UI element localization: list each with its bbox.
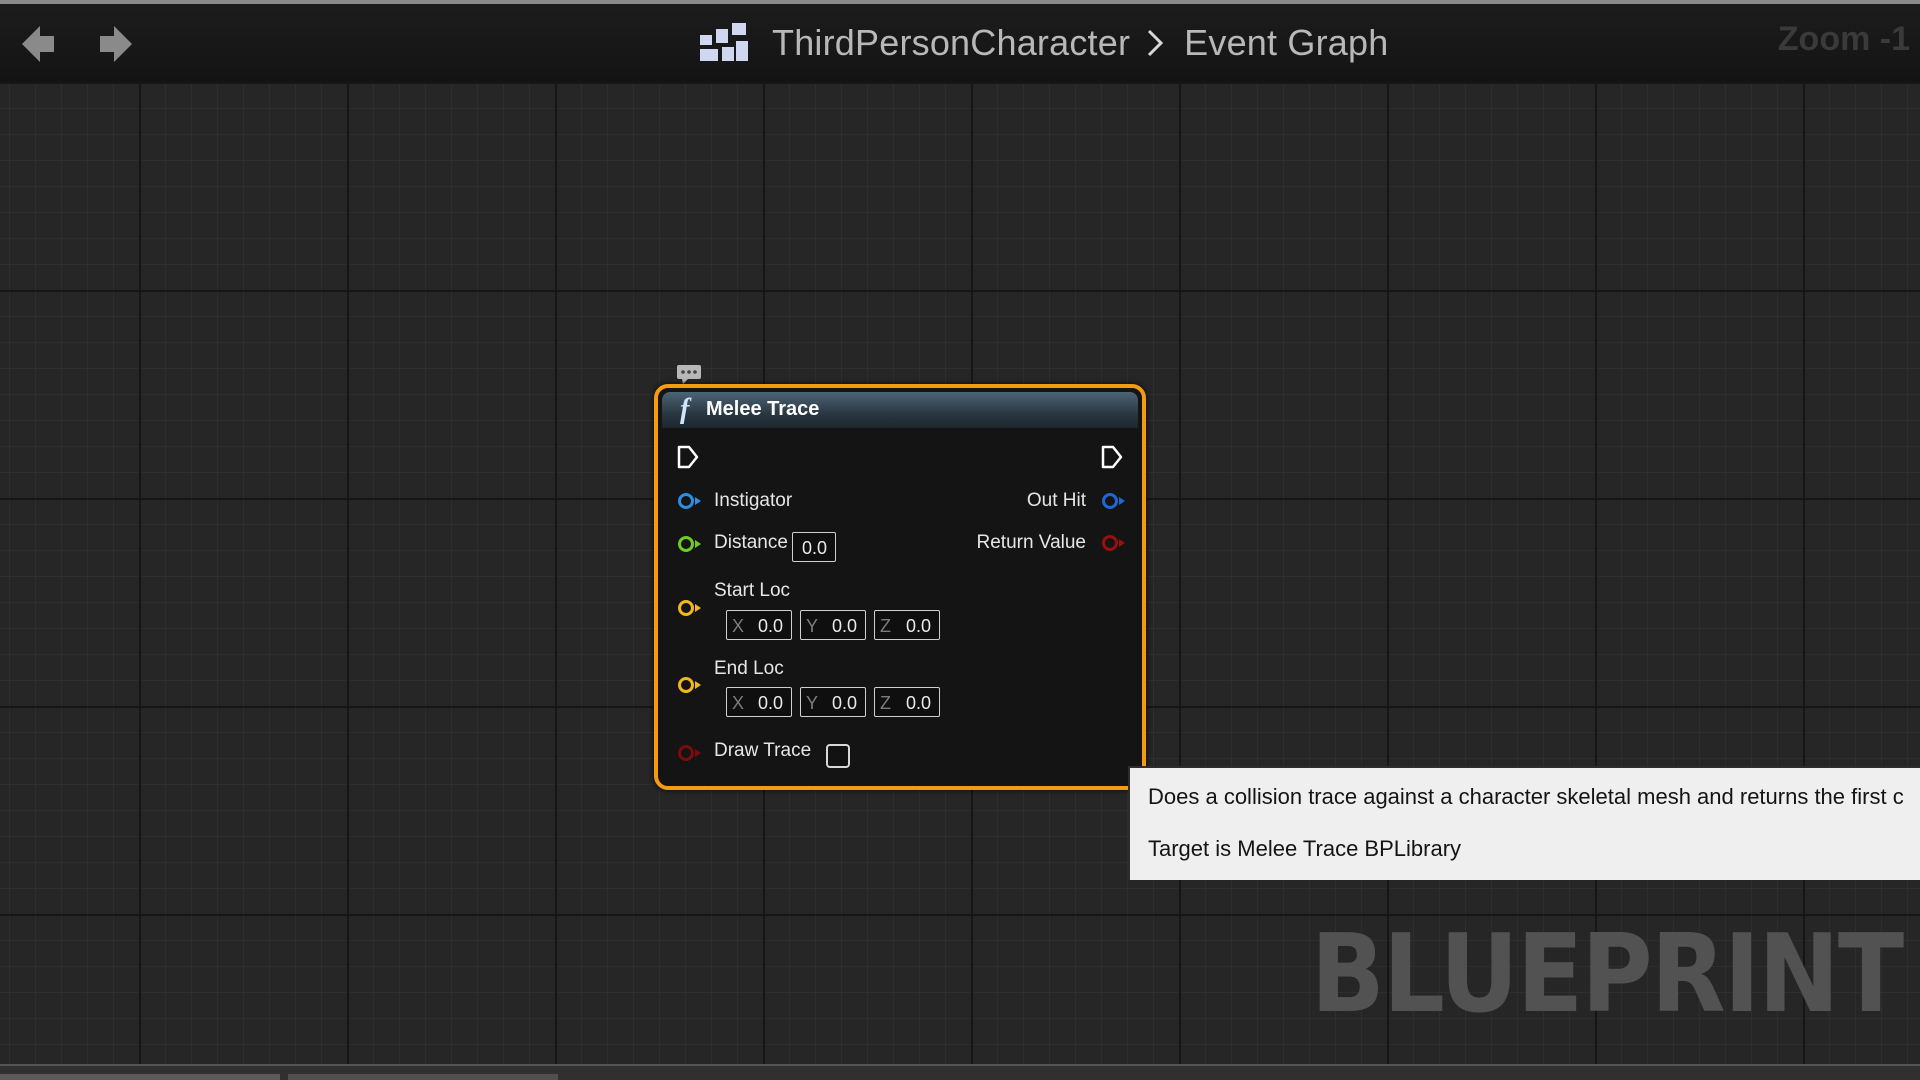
axis-y-label: Y [806,693,819,713]
out-hit-label: Out Hit [1026,490,1086,511]
node-header[interactable]: f Melee Trace [662,392,1138,428]
start-loc-x-value: 0.0 [757,616,783,636]
float-pin-icon [678,536,701,552]
forward-button[interactable] [96,22,136,66]
draw-trace-label: Draw Trace [714,740,812,761]
node-tooltip: Does a collision trace against a charact… [1128,766,1920,880]
arrow-right-icon [100,26,132,62]
start-loc-pin[interactable] [676,599,702,617]
scrollbar-thumb-secondary[interactable] [288,1074,558,1080]
distance-pin[interactable] [676,535,702,553]
zoom-level-label: Zoom -1 [1777,20,1910,58]
scrollbar-thumb[interactable] [0,1074,280,1080]
vector-pin-icon [678,677,701,693]
back-button[interactable] [18,22,58,66]
start-loc-x-field[interactable]: X 0.0 [726,610,792,640]
return-value-pin[interactable] [1100,534,1126,552]
node-title: Melee Trace [706,398,820,420]
breadcrumb-item-blueprint[interactable]: ThirdPersonCharacter [772,22,1130,64]
function-icon: f [680,394,690,425]
axis-z-label: Z [880,693,891,713]
axis-z-label: Z [880,616,891,636]
blueprint-class-icon [700,23,748,61]
draw-trace-checkbox[interactable] [826,744,850,768]
tooltip-target: Target is Melee Trace BPLibrary [1148,836,1462,861]
graph-header-bar: ThirdPersonCharacter Event Graph Zoom -1 [0,4,1920,82]
end-loc-label: End Loc [714,658,784,679]
breadcrumb-item-graph[interactable]: Event Graph [1184,22,1388,64]
axis-x-label: X [732,693,745,713]
axis-x-label: X [732,616,745,636]
exec-pin-icon [677,445,699,469]
draw-trace-pin[interactable] [676,744,702,762]
start-loc-z-field[interactable]: Z 0.0 [874,610,940,640]
breadcrumb: ThirdPersonCharacter Event Graph [700,18,1388,68]
instigator-pin[interactable] [676,492,702,510]
arrow-left-icon [22,26,54,62]
end-loc-z-value: 0.0 [905,693,931,713]
distance-value: 0.0 [801,538,827,558]
struct-pin-icon [1102,493,1125,509]
axis-y-label: Y [806,616,819,636]
exec-pin-icon [1101,445,1123,469]
end-loc-z-field[interactable]: Z 0.0 [874,687,940,717]
exec-output-pin[interactable] [1100,444,1124,470]
end-loc-x-value: 0.0 [757,693,783,713]
distance-value-field[interactable]: 0.0 [792,532,836,562]
exec-input-pin[interactable] [676,444,700,470]
scrollbar-track [0,1064,1920,1066]
object-pin-icon [678,493,701,509]
horizontal-scrollbar[interactable] [0,1064,1920,1080]
vector-pin-icon [678,600,701,616]
instigator-label: Instigator [714,490,793,511]
bool-pin-icon [678,745,701,761]
end-loc-x-field[interactable]: X 0.0 [726,687,792,717]
end-loc-y-value: 0.0 [831,693,857,713]
start-loc-y-value: 0.0 [831,616,857,636]
distance-label: Distance [714,532,788,553]
tooltip-description: Does a collision trace against a charact… [1148,784,1904,809]
start-loc-z-value: 0.0 [905,616,931,636]
start-loc-y-field[interactable]: Y 0.0 [800,610,866,640]
out-hit-pin[interactable] [1100,492,1126,510]
comment-bubble-icon[interactable] [676,364,702,384]
bool-pin-icon [1102,535,1125,551]
chevron-right-icon [1148,29,1164,57]
melee-trace-node[interactable]: f Melee Trace Instigator Out Hit Distanc… [654,384,1146,790]
blueprint-watermark: BLUEPRINT [1310,912,1903,1037]
start-loc-label: Start Loc [714,580,791,601]
return-value-label: Return Value [976,532,1087,553]
end-loc-y-field[interactable]: Y 0.0 [800,687,866,717]
end-loc-pin[interactable] [676,676,702,694]
